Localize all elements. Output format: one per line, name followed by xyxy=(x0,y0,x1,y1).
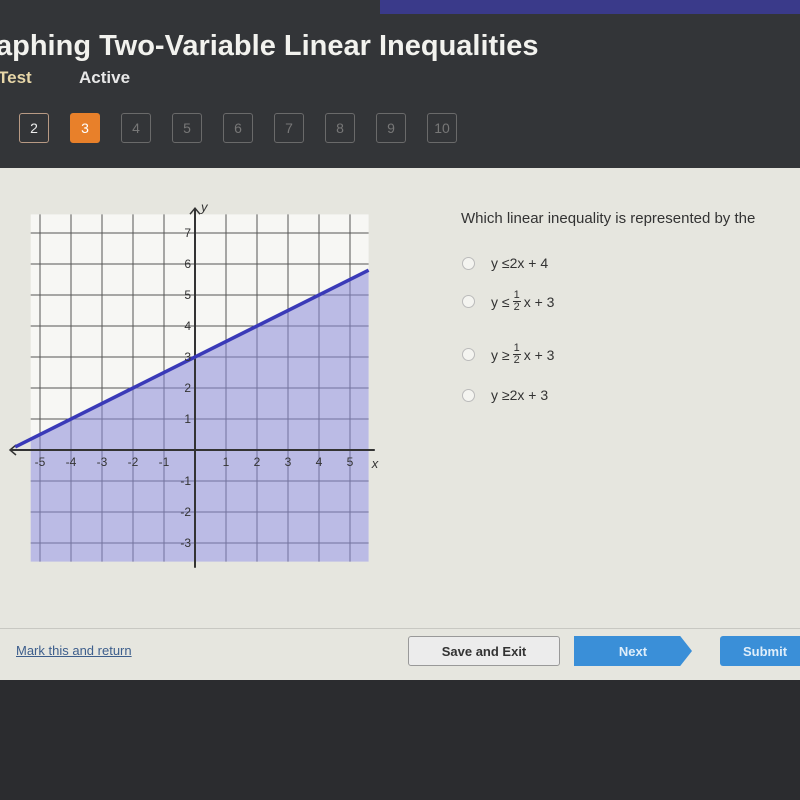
option-lhs: y ≤ xyxy=(491,255,510,271)
x-tick-label: -3 xyxy=(97,455,108,469)
answer-option[interactable]: y ≥ 12x + 3 xyxy=(462,343,554,366)
question-8-button[interactable]: 8 xyxy=(325,113,355,143)
answer-option[interactable]: y ≥ 2x + 3 xyxy=(462,387,548,403)
x-tick-label: -1 xyxy=(159,455,170,469)
x-tick-label: 1 xyxy=(223,455,230,469)
question-9-button[interactable]: 9 xyxy=(376,113,406,143)
coordinate-graph: -5 -4 -3 -2 -1 1 2 3 4 5 -3 -2 -1 1 2 3 4 5 6 7 x y xyxy=(8,199,379,568)
option-rhs: x + 3 xyxy=(523,346,555,363)
y-tick-label: 2 xyxy=(184,381,191,395)
fraction: 12 xyxy=(512,290,521,313)
y-tick-label: -1 xyxy=(180,474,191,488)
x-tick-label: 4 xyxy=(316,455,323,469)
fraction: 12 xyxy=(512,343,521,366)
y-tick-label: 6 xyxy=(184,257,191,271)
x-tick-label: -5 xyxy=(35,455,46,469)
answer-option[interactable]: y ≤ 12x + 3 xyxy=(462,290,554,313)
question-10-button[interactable]: 10 xyxy=(427,113,457,143)
denominator: 2 xyxy=(513,354,520,366)
x-tick-label: -4 xyxy=(66,455,77,469)
question-4-button[interactable]: 4 xyxy=(121,113,151,143)
question-6-button[interactable]: 6 xyxy=(223,113,253,143)
y-tick-label: -3 xyxy=(180,536,191,550)
radio-button[interactable] xyxy=(462,388,475,402)
option-lhs: y ≥ xyxy=(491,387,510,403)
page-title: aphing Two-Variable Linear Inequalities xyxy=(0,30,539,62)
status-label: Active xyxy=(79,68,131,87)
y-tick-label: 1 xyxy=(184,412,191,426)
question-2-button[interactable]: 2 xyxy=(19,113,49,143)
footer-divider xyxy=(0,628,800,629)
mark-and-return-link[interactable]: Mark this and return xyxy=(16,643,132,658)
question-3-button[interactable]: 3 xyxy=(70,113,100,143)
submit-button[interactable]: Submit xyxy=(720,636,800,666)
answer-option[interactable]: y ≤ 2x + 4 xyxy=(462,255,548,271)
x-axis-label: x xyxy=(371,456,379,471)
y-tick-label: 3 xyxy=(184,350,191,364)
option-rhs: 2x + 4 xyxy=(509,255,549,271)
question-7-button[interactable]: 7 xyxy=(274,113,304,143)
y-axis-label: y xyxy=(200,199,209,214)
y-tick-label: -2 xyxy=(180,505,191,519)
next-button[interactable]: Next xyxy=(574,636,692,666)
x-tick-label: 5 xyxy=(347,455,354,469)
option-lhs: y ≤ xyxy=(491,293,510,310)
y-tick-label: 5 xyxy=(184,288,191,302)
header: aphing Two-Variable Linear Inequalities … xyxy=(0,0,800,168)
question-5-button[interactable]: 5 xyxy=(172,113,202,143)
radio-button[interactable] xyxy=(462,256,475,270)
save-and-exit-button[interactable]: Save and Exit xyxy=(408,636,560,666)
x-tick-label: -2 xyxy=(128,455,139,469)
option-rhs: x + 3 xyxy=(523,293,555,310)
x-tick-label: 2 xyxy=(254,455,261,469)
radio-button[interactable] xyxy=(462,295,475,308)
radio-button[interactable] xyxy=(462,348,475,361)
question-prompt: Which linear inequality is represented b… xyxy=(461,210,756,227)
y-tick-label: 7 xyxy=(184,226,191,240)
y-tick-label: 4 xyxy=(184,319,191,333)
x-tick-label: 3 xyxy=(285,455,292,469)
option-lhs: y ≥ xyxy=(491,346,510,363)
test-label: Test xyxy=(0,68,32,87)
top-strip xyxy=(380,0,800,14)
denominator: 2 xyxy=(513,301,520,313)
option-rhs: 2x + 3 xyxy=(509,387,549,403)
